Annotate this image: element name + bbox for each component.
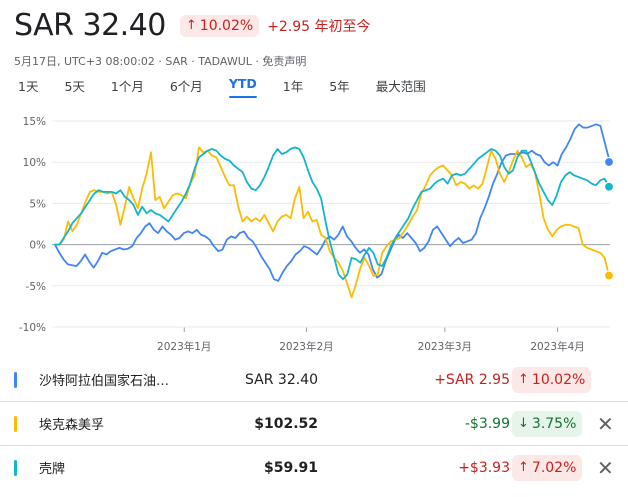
series-end-marker bbox=[603, 156, 615, 168]
tab-ytd[interactable]: YTD bbox=[228, 76, 257, 98]
row-change: +SAR 2.95 bbox=[434, 371, 510, 388]
list-item[interactable]: 沙特阿拉伯国家石油… SAR 32.40 +SAR 2.95 ↑ 10.02% bbox=[0, 358, 628, 401]
pct-change-value: 10.02% bbox=[199, 17, 254, 34]
row-price: SAR 32.40 bbox=[245, 371, 318, 388]
tab-5d[interactable]: 5天 bbox=[64, 76, 84, 98]
tab-max[interactable]: 最大范围 bbox=[376, 76, 426, 98]
row-price: $102.52 bbox=[254, 415, 318, 432]
list-item[interactable]: 埃克森美孚 $102.52 -$3.99 ↓ 3.75% ✕ bbox=[0, 401, 628, 445]
series-color-bar bbox=[14, 459, 17, 476]
row-price: $59.91 bbox=[263, 459, 318, 476]
y-tick-label: 10% bbox=[23, 157, 46, 169]
x-tick-label: 2023年2月 bbox=[279, 340, 333, 353]
series-color-bar bbox=[14, 371, 17, 388]
row-pct: 7.02% bbox=[531, 459, 577, 476]
range-tabs: 1天 5天 1个月 6个月 YTD 1年 5年 最大范围 bbox=[18, 76, 452, 98]
tab-6m[interactable]: 6个月 bbox=[170, 76, 203, 98]
arrow-up-icon: ↑ bbox=[518, 372, 529, 387]
quote-header: SAR 32.40 ↑ 10.02% +2.95 年初至今 bbox=[14, 8, 371, 43]
comparison-list: 沙特阿拉伯国家石油… SAR 32.40 +SAR 2.95 ↑ 10.02% … bbox=[0, 358, 628, 489]
pct-change-badge: ↑ 10.02% bbox=[179, 14, 260, 37]
series-color-bar bbox=[14, 415, 17, 432]
arrow-up-icon: ↑ bbox=[185, 18, 197, 33]
current-price: SAR 32.40 bbox=[14, 8, 166, 43]
y-tick-label: -10% bbox=[19, 322, 46, 334]
row-name: 埃克森美孚 bbox=[39, 418, 105, 433]
row-name: 壳牌 bbox=[39, 462, 66, 477]
x-tick-label: 2023年1月 bbox=[157, 340, 211, 353]
tab-1d[interactable]: 1天 bbox=[18, 76, 38, 98]
arrow-down-icon: ↓ bbox=[518, 416, 529, 431]
series-end-marker bbox=[603, 181, 615, 192]
x-tick-label: 2023年4月 bbox=[530, 340, 584, 353]
x-tick-label: 2023年3月 bbox=[418, 340, 472, 353]
list-item[interactable]: 壳牌 $59.91 +$3.93 ↑ 7.02% ✕ bbox=[0, 445, 628, 489]
tab-1y[interactable]: 1年 bbox=[283, 76, 303, 98]
tab-1m[interactable]: 1个月 bbox=[111, 76, 144, 98]
close-icon[interactable]: ✕ bbox=[597, 456, 614, 480]
row-change: -$3.99 bbox=[464, 415, 510, 432]
y-tick-label: 5% bbox=[29, 198, 46, 210]
row-pct-badge: ↑ 7.02% bbox=[512, 454, 583, 481]
abs-change: +2.95 年初至今 bbox=[267, 18, 371, 35]
row-pct: 10.02% bbox=[531, 371, 586, 388]
series-end-marker bbox=[603, 270, 615, 281]
row-change: +$3.93 bbox=[458, 459, 510, 476]
row-pct-badge: ↓ 3.75% bbox=[512, 410, 583, 437]
row-pct: 3.75% bbox=[531, 415, 577, 432]
arrow-up-icon: ↑ bbox=[518, 460, 529, 475]
tab-5y[interactable]: 5年 bbox=[329, 76, 349, 98]
series-line bbox=[54, 123, 610, 282]
y-tick-label: 0% bbox=[29, 240, 46, 252]
comparison-chart[interactable]: 15% 10% 5% 0% -5% -10% 2023年1月 2023年2月 2023年3月 20… bbox=[0, 108, 628, 356]
row-pct-badge: ↑ 10.02% bbox=[512, 366, 592, 393]
row-name: 沙特阿拉伯国家石油… bbox=[39, 374, 170, 389]
y-tick-label: -5% bbox=[26, 281, 46, 293]
y-tick-label: 15% bbox=[23, 116, 46, 128]
quote-meta[interactable]: 5月17日, UTC+3 08:00:02 · SAR · TADAWUL · … bbox=[14, 53, 306, 69]
close-icon[interactable]: ✕ bbox=[597, 412, 614, 436]
series-line bbox=[54, 146, 610, 299]
